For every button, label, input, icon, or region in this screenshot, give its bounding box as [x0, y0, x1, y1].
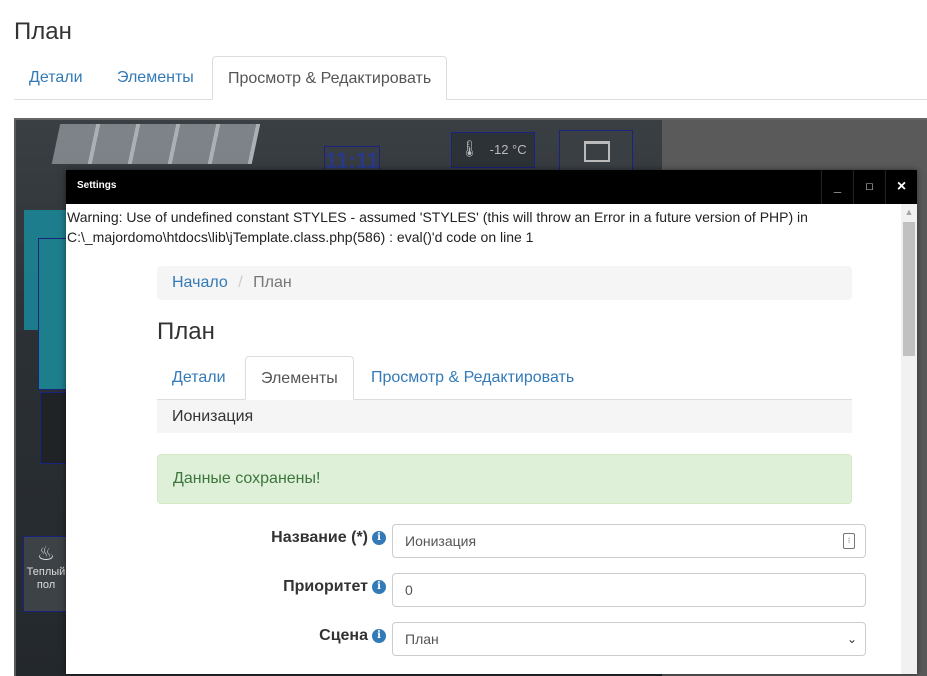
scroll-up-arrow[interactable]: ▲ — [901, 204, 917, 220]
inner-tab-elements[interactable]: Элементы — [245, 356, 354, 400]
scene-select[interactable]: План ⌄ — [392, 622, 866, 656]
priority-input[interactable]: 0 — [392, 573, 866, 607]
php-warning: Warning: Use of undefined constant STYLE… — [67, 209, 808, 245]
info-icon[interactable]: i — [372, 531, 386, 545]
minimize-button[interactable]: _ — [821, 170, 853, 204]
success-alert: Данные сохранены! — [157, 454, 852, 504]
priority-label-text: Приоритет — [283, 578, 368, 595]
maximize-button[interactable]: □ — [853, 170, 885, 204]
alert-text: Данные сохранены! — [173, 470, 321, 487]
name-label-text: Название (*) — [271, 529, 368, 546]
scene-left-widget-2[interactable] — [40, 392, 68, 464]
modal-scrollbar[interactable]: ▲ — [901, 204, 917, 674]
panel-heading: Ионизация — [157, 400, 852, 433]
tab-elements[interactable]: Элементы — [102, 56, 209, 99]
frame-icon — [584, 141, 610, 162]
scene-label: Сцена i — [236, 627, 386, 645]
scene-select-value: План — [405, 631, 439, 647]
clipboard-icon[interactable]: ⁝ — [843, 533, 855, 549]
inner-tabs: Детали Элементы Просмотр & Редактировать — [157, 356, 852, 400]
info-icon[interactable]: i — [372, 580, 386, 594]
scene-label-text: Сцена — [319, 627, 368, 644]
priority-input-value: 0 — [405, 582, 413, 598]
scene-ceiling — [51, 124, 261, 164]
temperature-value: -12 °C — [489, 142, 527, 157]
tab-view-edit[interactable]: Просмотр & Редактировать — [212, 56, 448, 100]
inner-tab-view-edit[interactable]: Просмотр & Редактировать — [356, 356, 589, 399]
scene-left-widget[interactable] — [38, 238, 68, 390]
priority-label: Приоритет i — [236, 578, 386, 596]
info-icon[interactable]: i — [372, 629, 386, 643]
scene-heating-widget[interactable]: ♨ Теплый пол — [23, 536, 69, 612]
panel-heading-text: Ионизация — [172, 408, 254, 425]
modal-title: Settings — [77, 180, 117, 191]
chevron-down-icon: ⌄ — [846, 632, 857, 646]
settings-modal: Settings _ □ × Warning: Use of undefined… — [66, 170, 917, 674]
scene-temperature[interactable]: 🌡 -12 °C — [451, 132, 535, 168]
tab-details[interactable]: Детали — [14, 56, 98, 99]
name-input[interactable]: Ионизация ⁝ — [392, 524, 866, 558]
top-tabs: Детали Элементы Просмотр & Редактировать — [14, 56, 927, 100]
heating-label: Теплый пол — [26, 566, 66, 591]
breadcrumb: Начало / План — [157, 266, 852, 300]
name-input-value: Ионизация — [405, 533, 477, 549]
breadcrumb-home-link[interactable]: Начало — [172, 274, 228, 291]
page-title: План — [14, 18, 72, 45]
breadcrumb-current: План — [253, 274, 292, 291]
close-button[interactable]: × — [885, 170, 917, 204]
inner-page-title: План — [157, 318, 215, 345]
name-label: Название (*) i — [236, 529, 386, 547]
modal-header[interactable]: Settings _ □ × — [66, 170, 917, 204]
window-buttons: _ □ × — [821, 170, 917, 204]
inner-tab-details[interactable]: Детали — [157, 356, 241, 399]
scroll-thumb[interactable] — [903, 222, 915, 356]
breadcrumb-separator: / — [238, 274, 243, 291]
thermometer-icon: 🌡 — [459, 141, 480, 158]
heat-icon: ♨ — [37, 543, 55, 565]
modal-body: Warning: Use of undefined constant STYLE… — [66, 204, 901, 674]
